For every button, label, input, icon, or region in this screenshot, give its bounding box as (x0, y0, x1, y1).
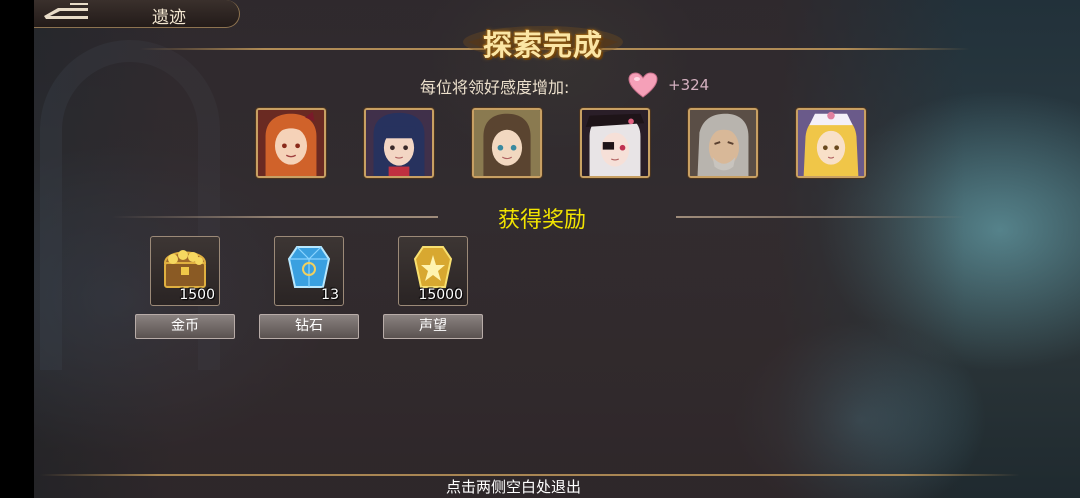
affection-label: 每位将领好感度增加: (420, 78, 570, 97)
reward-count-diamond: 13 (321, 287, 339, 303)
general-portrait-4[interactable] (580, 108, 650, 178)
blonde-girl-avatar (798, 110, 864, 176)
exit-hint: 点击两侧空白处退出 (446, 478, 582, 496)
reward-item-gold[interactable]: 1500 (150, 236, 220, 306)
reward-label-diamond: 钻石 (259, 314, 359, 339)
general-portrait-6[interactable] (796, 108, 866, 178)
grey-hair-man-avatar (690, 110, 756, 176)
heart-icon (628, 72, 658, 98)
dialog-title: 探索完成 (482, 28, 603, 62)
reward-item-prestige[interactable]: 15000 (398, 236, 468, 306)
left-edge-strip (0, 0, 34, 498)
title-banner: 探索完成 (458, 16, 628, 62)
navy-hair-girl-avatar (366, 110, 432, 176)
brown-hair-girl-avatar (474, 110, 540, 176)
white-hair-girl-avatar (582, 110, 648, 176)
rewards-divider-right (676, 216, 966, 218)
page-title: 遗迹 (152, 8, 186, 28)
general-portrait-2[interactable] (364, 108, 434, 178)
back-button[interactable]: 遗迹 (34, 0, 240, 28)
blue-crystal-icon (287, 246, 331, 288)
rewards-divider-left (112, 216, 438, 218)
general-portrait-3[interactable] (472, 108, 542, 178)
general-portrait-5[interactable] (688, 108, 758, 178)
affection-value: +324 (668, 76, 710, 94)
rewards-title: 获得奖励 (498, 208, 587, 233)
reward-label-prestige: 声望 (383, 314, 483, 339)
back-arrow-icon (44, 3, 88, 19)
reward-count-gold: 1500 (179, 287, 215, 303)
reward-count-prestige: 15000 (418, 287, 463, 303)
treasure-chest-icon (163, 250, 207, 288)
orange-hair-girl-avatar (258, 110, 324, 176)
general-portrait-1[interactable] (256, 108, 326, 178)
gold-badge-icon (413, 246, 453, 288)
reward-label-gold: 金币 (135, 314, 235, 339)
reward-item-diamond[interactable]: 13 (274, 236, 344, 306)
